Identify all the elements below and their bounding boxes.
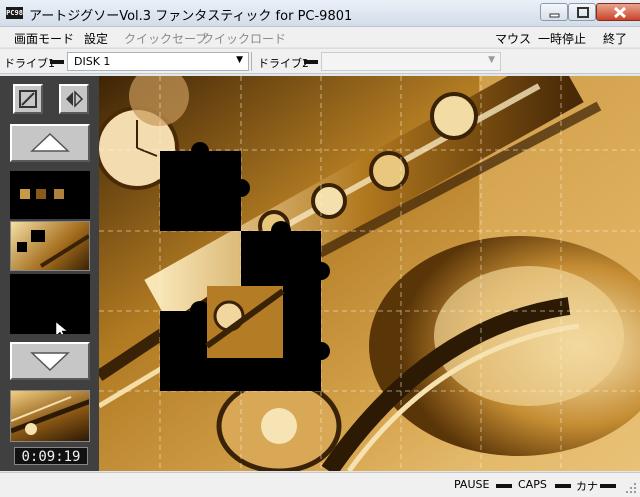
scroll-up-button[interactable] <box>10 124 90 162</box>
chevron-down-icon: ▼ <box>236 55 243 65</box>
menu-pause[interactable]: 一時停止 <box>538 30 586 47</box>
menu-mouse[interactable]: マウス <box>495 30 531 47</box>
piece-slot-3[interactable] <box>10 274 90 339</box>
piece-image <box>17 230 89 268</box>
pause-indicator-led <box>496 484 512 488</box>
drive-toolbar: ドライブ1 DISK 1 ▼ ドライブ2 ▼ <box>0 48 640 74</box>
flip-icon <box>66 90 84 108</box>
piece-thumbnails <box>20 189 64 199</box>
drive2-label: ドライブ2 <box>258 57 309 70</box>
drive1-selected-value: DISK 1 <box>74 55 111 68</box>
close-icon <box>613 6 627 19</box>
flip-piece-button[interactable] <box>59 84 89 114</box>
title-bar[interactable]: PC98 アートジグソーVol.3 ファンタスティック for PC-9801 <box>0 0 640 27</box>
menu-settings[interactable]: 設定 <box>84 30 108 47</box>
caps-indicator-led <box>555 484 571 488</box>
elapsed-timer: 0:09:19 <box>14 447 88 465</box>
app-icon[interactable]: PC98 <box>6 7 23 19</box>
chevron-down-icon: ▼ <box>488 55 495 65</box>
drive2-select[interactable]: ▼ <box>321 52 501 71</box>
preview-thumbnail <box>10 390 90 442</box>
menu-display-mode[interactable]: 画面モード <box>14 30 74 47</box>
menu-exit[interactable]: 終了 <box>603 30 627 47</box>
kana-indicator-label: カナ <box>576 480 598 493</box>
preview-image <box>11 396 89 435</box>
drive1-label: ドライブ1 <box>4 57 55 70</box>
minimize-button[interactable] <box>540 3 568 21</box>
resize-grip-icon[interactable] <box>625 482 637 494</box>
drive1-select[interactable]: DISK 1 ▼ <box>67 52 249 71</box>
rotate-piece-button[interactable] <box>13 84 43 114</box>
piece-slot-2[interactable] <box>10 221 90 271</box>
drive1-access-indicator <box>50 60 64 64</box>
piece-tray-panel: 0:09:19 <box>0 76 99 471</box>
puzzle-image <box>99 76 640 471</box>
minimize-icon <box>549 13 560 18</box>
caps-indicator-label: CAPS <box>518 478 547 491</box>
arrow-down-icon <box>30 352 70 372</box>
toolbar-separator <box>251 52 252 71</box>
pause-indicator-label: PAUSE <box>454 478 490 491</box>
puzzle-board[interactable] <box>99 76 640 471</box>
menu-bar: 画面モード 設定 クイックセーブ クイックロード マウス 一時停止 終了 <box>0 27 640 47</box>
maximize-icon <box>577 7 589 18</box>
close-button[interactable] <box>596 3 640 21</box>
menu-quick-load[interactable]: クイックロード <box>202 30 286 47</box>
drive2-access-indicator <box>304 60 318 64</box>
rotate-icon <box>19 90 37 108</box>
status-bar: PAUSE CAPS カナ <box>0 472 640 497</box>
kana-indicator-led <box>600 484 616 488</box>
window-title: アートジグソーVol.3 ファンタスティック for PC-9801 <box>29 9 353 24</box>
arrow-up-icon <box>30 132 70 152</box>
mouse-cursor-icon <box>55 321 68 339</box>
maximize-button[interactable] <box>568 3 596 21</box>
piece-slot-1[interactable] <box>10 171 90 219</box>
menu-quick-save[interactable]: クイックセーブ <box>124 30 207 47</box>
scroll-down-button[interactable] <box>10 342 90 380</box>
